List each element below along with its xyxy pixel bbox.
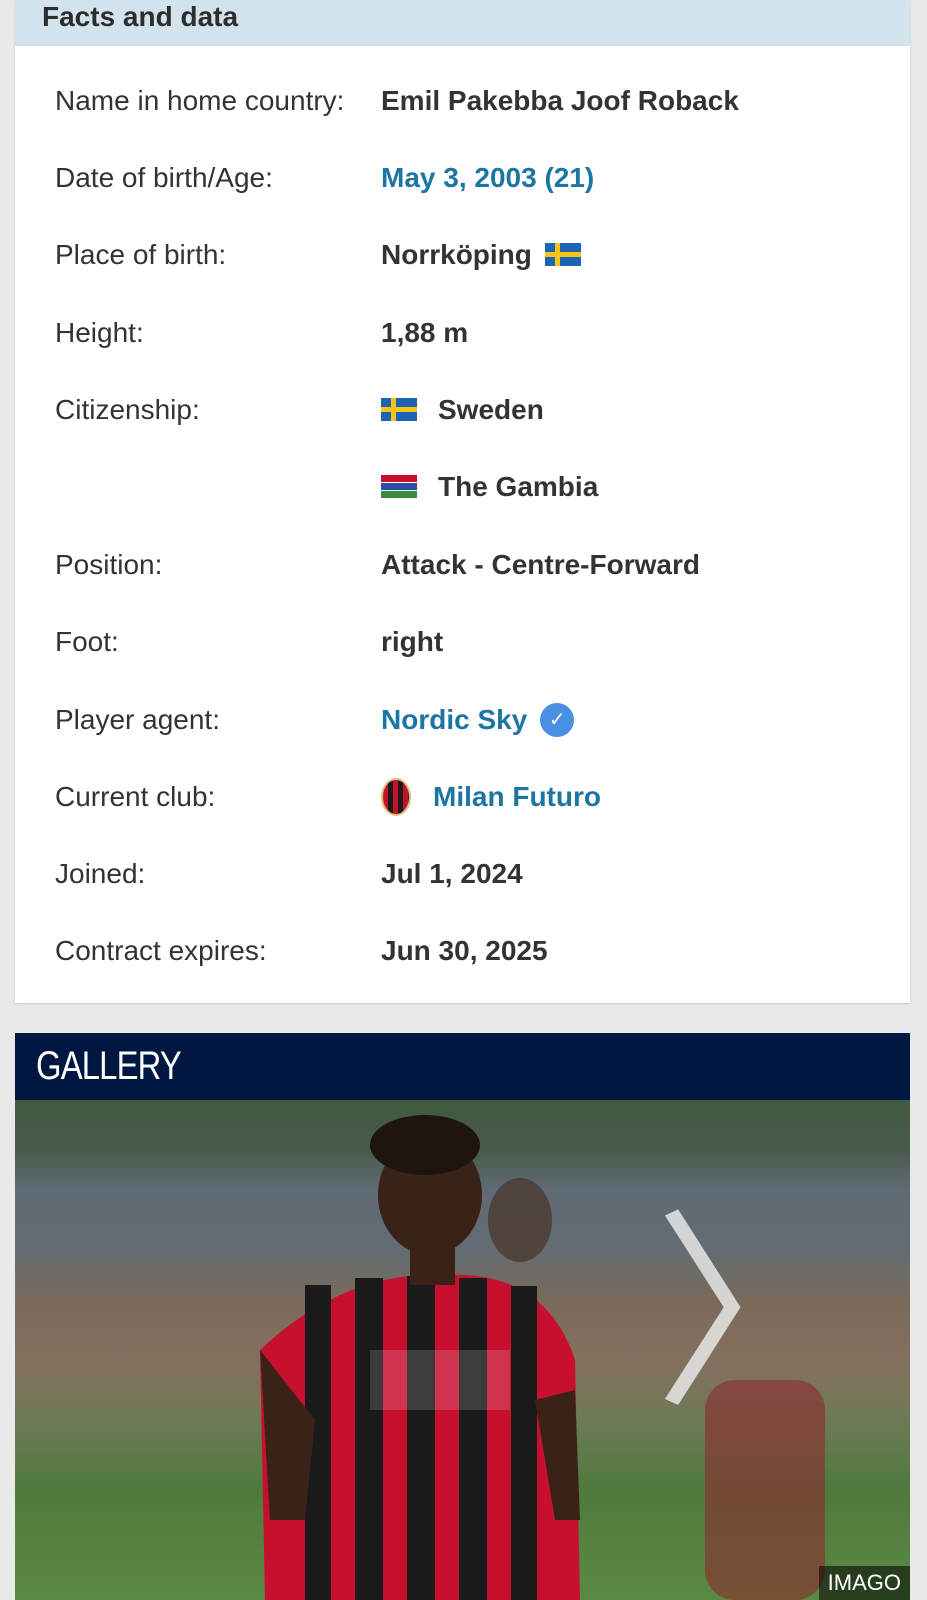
facts-value: Jun 30, 2025	[381, 935, 548, 967]
sweden-flag-icon	[544, 243, 581, 266]
facts-label: Foot:	[55, 625, 119, 657]
facts-label: Contract expires:	[55, 934, 267, 966]
facts-row-foot: Foot: right	[15, 603, 910, 680]
facts-title: Facts and data	[42, 1, 239, 32]
facts-row-contract: Contract expires: Jun 30, 2025	[15, 912, 910, 989]
facts-value: Sweden	[381, 394, 544, 426]
facts-label: Player agent:	[55, 703, 220, 735]
club-link[interactable]: Milan Futuro	[381, 777, 601, 816]
agent-link[interactable]: Nordic Sky ✓	[381, 702, 575, 737]
citizenship-value: The Gambia	[438, 470, 599, 502]
facts-row-height: Height: 1,88 m	[15, 294, 910, 371]
facts-value: The Gambia	[381, 471, 598, 503]
verified-check-icon: ✓	[540, 702, 575, 737]
height-value: 1,88 m	[381, 316, 469, 348]
joined-value: Jul 1, 2024	[381, 857, 523, 889]
chevron-right-icon[interactable]: 〉	[654, 1210, 864, 1420]
facts-header: Facts and data	[15, 0, 910, 46]
foot-value: right	[381, 625, 444, 657]
gambia-flag-icon	[381, 475, 417, 498]
facts-row-dob: Date of birth/Age: May 3, 2003 (21)	[15, 139, 910, 216]
gallery: GALLERY 〉 IMAGO	[15, 1033, 910, 1600]
citizenship-value: Sweden	[438, 393, 544, 425]
dob-value[interactable]: May 3, 2003 (21)	[381, 162, 594, 194]
facts-label: Height:	[55, 316, 144, 348]
agent-value[interactable]: Nordic Sky	[381, 704, 527, 736]
facts-row-club: Current club: Milan Futuro	[15, 758, 910, 835]
club-crest-icon[interactable]	[381, 777, 411, 816]
facts-label: Date of birth/Age:	[55, 161, 273, 193]
facts-label: Place of birth:	[55, 238, 227, 270]
facts-value: right	[381, 626, 443, 658]
facts-value: 1,88 m	[381, 317, 468, 349]
sweden-flag-icon	[381, 398, 417, 421]
contract-value: Jun 30, 2025	[381, 934, 548, 966]
facts-label: Position:	[55, 548, 163, 580]
facts-row-name: Name in home country: Emil Pakebba Joof …	[15, 62, 910, 139]
facts-label: Joined:	[55, 857, 146, 889]
facts-row-position: Position: Attack - Centre-Forward	[15, 526, 910, 603]
gallery-title: GALLERY	[36, 1044, 182, 1088]
photo-credit: IMAGO	[818, 1566, 910, 1600]
facts-row-agent: Player agent: Nordic Sky ✓	[15, 681, 910, 758]
page: Facts and data Name in home country: Emi…	[0, 0, 927, 1600]
gallery-header: GALLERY	[15, 1033, 910, 1100]
facts-value: Emil Pakebba Joof Roback	[381, 85, 739, 117]
facts-row-citizenship-2: The Gambia	[15, 448, 910, 525]
facts-value: Attack - Centre-Forward	[381, 549, 700, 581]
facts-row-citizenship: Citizenship: Sweden	[15, 371, 910, 448]
name-value: Emil Pakebba Joof Roback	[381, 84, 739, 116]
facts-value: Jul 1, 2024	[381, 858, 523, 890]
club-value[interactable]: Milan Futuro	[433, 781, 601, 813]
facts-row-joined: Joined: Jul 1, 2024	[15, 835, 910, 912]
dob-link[interactable]: May 3, 2003 (21)	[381, 162, 594, 194]
gallery-photo[interactable]: 〉 IMAGO	[15, 1100, 910, 1600]
facts-row-birthplace: Place of birth: Norrköping	[15, 216, 910, 293]
facts-label: Citizenship:	[55, 393, 200, 425]
facts-box: Facts and data Name in home country: Emi…	[15, 0, 910, 1003]
facts-label: Current club:	[55, 780, 216, 812]
facts-value: Norrköping	[381, 239, 581, 271]
facts-label: Name in home country:	[55, 84, 345, 116]
position-value: Attack - Centre-Forward	[381, 548, 700, 580]
birthplace-value: Norrköping	[381, 238, 532, 270]
